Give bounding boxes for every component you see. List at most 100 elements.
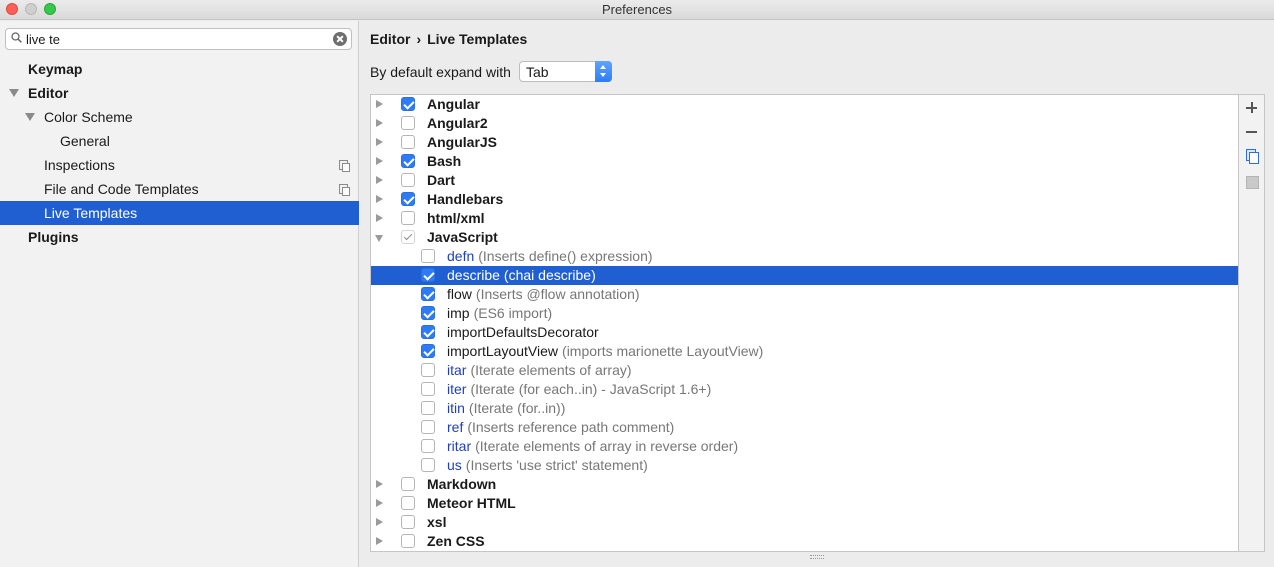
group-name: Meteor HTML [427,495,516,511]
group-checkbox[interactable] [401,496,415,510]
remove-icon[interactable] [1245,125,1259,139]
group-checkbox[interactable] [401,515,415,529]
expand-arrow-icon[interactable] [376,499,383,507]
template-group-xsl[interactable]: xsl [371,513,1238,532]
breadcrumb-parent[interactable]: Editor [370,31,410,47]
restore-defaults-icon[interactable] [1245,175,1259,189]
template-abbreviation: importDefaultsDecorator [447,324,599,340]
template-item-import-layout-view[interactable]: importLayoutView (imports marionette Layo… [371,342,1238,361]
group-name: xsl [427,514,447,530]
sidebar-item-plugins[interactable]: Plugins [0,225,359,249]
settings-tree: Keymap Editor Color Scheme General Inspe… [0,57,359,249]
sidebar-item-general[interactable]: General [0,129,359,153]
template-item-iter[interactable]: iter (Iterate (for each..in) - JavaScript… [371,380,1238,399]
sidebar-item-file-and-code-templates[interactable]: File and Code Templates [0,177,359,201]
group-checkbox[interactable] [401,135,415,149]
template-group-angularjs[interactable]: AngularJS [371,133,1238,152]
template-checkbox[interactable] [421,287,435,301]
expand-with-select[interactable]: Tab [519,61,612,82]
sidebar-item-color-scheme[interactable]: Color Scheme [0,105,359,129]
settings-search-input[interactable] [26,31,326,48]
group-name: Dart [427,172,456,188]
group-checkbox[interactable] [401,97,415,111]
sidebar-item-inspections[interactable]: Inspections [0,153,359,177]
expand-arrow-icon[interactable] [25,113,35,121]
template-checkbox[interactable] [421,306,435,320]
template-item-ritar[interactable]: ritar (Iterate elements of array in rever… [371,437,1238,456]
select-stepper-icon[interactable] [595,61,612,82]
template-checkbox[interactable] [421,458,435,472]
group-checkbox[interactable] [401,173,415,187]
template-checkbox[interactable] [421,325,435,339]
template-checkbox[interactable] [421,420,435,434]
expand-arrow-icon[interactable] [376,214,383,222]
template-group-zen-css[interactable]: Zen CSS [371,532,1238,551]
sidebar-item-label: Color Scheme [44,109,133,125]
templates-toolbar [1239,94,1265,552]
template-abbreviation: itin [447,400,465,416]
group-checkbox[interactable] [401,230,415,244]
template-group-angular2[interactable]: Angular2 [371,114,1238,133]
template-item-us[interactable]: us (Inserts 'use strict' statement) [371,456,1238,475]
template-item-imp[interactable]: imp (ES6 import) [371,304,1238,323]
template-item-defn[interactable]: defn (Inserts define() expression) [371,247,1238,266]
expand-arrow-icon[interactable] [9,89,19,97]
expand-arrow-icon[interactable] [376,157,383,165]
template-group-angular[interactable]: Angular [371,95,1238,114]
template-item-itar[interactable]: itar (Iterate elements of array) [371,361,1238,380]
collapse-arrow-icon[interactable] [375,235,383,242]
template-checkbox[interactable] [421,363,435,377]
template-item-import-defaults-decorator[interactable]: importDefaultsDecorator [371,323,1238,342]
template-group-meteor-html[interactable]: Meteor HTML [371,494,1238,513]
group-checkbox[interactable] [401,477,415,491]
group-checkbox[interactable] [401,211,415,225]
expand-arrow-icon[interactable] [376,176,383,184]
template-checkbox[interactable] [421,401,435,415]
window-title: Preferences [601,2,673,17]
template-group-bash[interactable]: Bash [371,152,1238,171]
template-group-html-xml[interactable]: html/xml [371,209,1238,228]
template-item-describe[interactable]: describe (chai describe) [371,266,1238,285]
template-checkbox[interactable] [421,382,435,396]
template-group-markdown[interactable]: Markdown [371,475,1238,494]
add-icon[interactable] [1245,101,1259,115]
group-checkbox[interactable] [401,154,415,168]
template-abbreviation: ritar [447,438,472,454]
template-group-handlebars[interactable]: Handlebars [371,190,1238,209]
template-abbreviation: flow [447,286,472,302]
expand-arrow-icon[interactable] [376,195,383,203]
template-item-itin[interactable]: itin (Iterate (for..in)) [371,399,1238,418]
duplicate-icon[interactable] [1245,149,1259,164]
settings-search-box[interactable] [5,28,352,50]
expand-arrow-icon[interactable] [376,518,383,526]
expand-arrow-icon[interactable] [376,100,383,108]
template-checkbox[interactable] [421,439,435,453]
sidebar-item-editor[interactable]: Editor [0,81,359,105]
template-description: (Inserts reference path comment) [467,419,675,435]
group-name: Angular2 [427,115,488,131]
template-checkbox[interactable] [421,249,435,263]
sidebar-item-keymap[interactable]: Keymap [0,57,359,81]
template-group-dart[interactable]: Dart [371,171,1238,190]
template-checkbox[interactable] [421,344,435,358]
clear-search-icon[interactable] [333,32,347,46]
template-description: (Inserts @flow annotation) [475,286,640,302]
group-checkbox[interactable] [401,534,415,548]
group-checkbox[interactable] [401,116,415,130]
templates-tree[interactable]: Angular Angular2 AngularJS Bash Dart Han… [370,94,1239,552]
expand-arrow-icon[interactable] [376,480,383,488]
sidebar-item-label: General [60,133,110,149]
template-item-flow[interactable]: flow (Inserts @flow annotation) [371,285,1238,304]
expand-arrow-icon[interactable] [376,119,383,127]
template-group-javascript[interactable]: JavaScript [371,228,1238,247]
group-checkbox[interactable] [401,192,415,206]
template-checkbox[interactable] [421,268,435,282]
expand-arrow-icon[interactable] [376,138,383,146]
sidebar-item-live-templates[interactable]: Live Templates [0,201,359,225]
template-item-ref[interactable]: ref (Inserts reference path comment) [371,418,1238,437]
template-abbreviation: imp [447,305,470,321]
breadcrumb: Editor › Live Templates [370,31,527,47]
resize-grip-icon[interactable] [810,555,824,559]
sidebar-item-label: Plugins [28,229,79,245]
expand-arrow-icon[interactable] [376,537,383,545]
